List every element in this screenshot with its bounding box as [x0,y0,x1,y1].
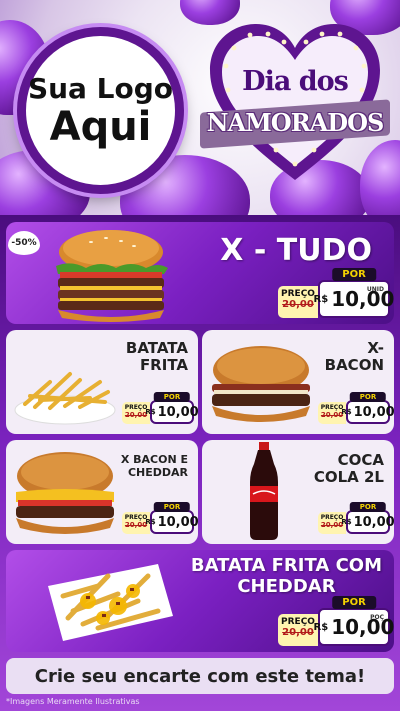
price-tag: PREÇO 20,00 POR R$ 10,00 [122,392,198,424]
campaign-title-line1: Dia dos [242,66,349,97]
new-price: 10,00 [331,287,394,311]
new-price-box: POR R$ 10,00 [341,502,394,534]
new-price: 10,00 [331,615,394,639]
cta-banner[interactable]: Crie seu encarte com este tema! [6,658,394,694]
soda-bottle-image [250,442,278,540]
hero-banner: Sua Logo Aqui Dia dos NAMORADOS [0,0,400,215]
disclaimer-text: *Imagens Meramente Ilustrativas [6,697,140,706]
old-price: 20,00 [282,627,314,638]
unit-label: POÇ [370,614,384,621]
fries-image [14,372,116,425]
menu-item-name: X BACON E CHEDDAR [120,453,188,479]
new-price: 10,00 [353,514,394,530]
bottom-item-card[interactable]: BATATA FRITA COM CHEDDAR PREÇO 20,00 POR… [6,550,394,652]
featured-item-card[interactable]: X - TUDO PREÇO 20,00 POR R$ 10,00 UNID [6,222,394,324]
menu-item-card[interactable]: X- BACON PREÇO 20,00 POR R$ 10,00 [202,330,394,434]
cheese-fries-image [48,564,173,641]
featured-price-tag: PREÇO 20,00 POR R$ 10,00 UNID [278,268,394,318]
name-line1: COCA [337,451,384,469]
unit-label: UNID [366,286,384,293]
currency-label: R$ [145,518,156,526]
discount-badge: -50% [8,231,40,255]
por-label: POR [153,392,191,402]
por-label: POR [153,502,191,512]
currency-label: R$ [313,293,329,305]
burger-image [16,452,114,534]
name-line1: X- [367,339,384,357]
currency-label: R$ [341,408,352,416]
campaign-title-line2: NAMORADOS [206,108,385,137]
old-price-box: PREÇO 20,00 [278,286,318,318]
new-price-box: POR R$ 10,00 UNID [314,268,394,318]
menu-item-name: COCA COLA 2L [313,451,384,487]
new-price-box: POR R$ 10,00 POÇ [314,596,394,646]
burger-image [212,346,310,422]
name-line2: FRITA [139,356,188,375]
bottom-price-tag: PREÇO 20,00 POR R$ 10,00 POÇ [278,596,394,646]
new-price-box: POR R$ 10,00 [341,392,394,424]
logo-placeholder: Sua Logo Aqui [17,27,184,194]
price-tag: PREÇO 20,00 POR R$ 10,00 [122,502,198,534]
menu-item-card[interactable]: X BACON E CHEDDAR PREÇO 20,00 POR R$ 10,… [6,440,198,544]
name-line2: COLA 2L [313,468,384,487]
logo-line1: Sua Logo [27,71,174,105]
preco-label: PREÇO [281,289,315,299]
currency-label: R$ [145,408,156,416]
price-tag: PREÇO 20,00 POR R$ 10,00 [318,392,394,424]
name-line2: BACON [324,356,384,375]
name-line2: CHEDDAR [237,575,336,597]
name-line1: BATATA FRITA COM [190,555,382,576]
por-label: POR [349,502,387,512]
name-line1: BATATA [125,339,188,357]
por-label: POR [332,596,376,609]
preco-label: PREÇO [281,617,315,627]
menu-item-name: X- BACON [324,339,384,375]
old-price: 20,00 [282,299,314,310]
burger-image [56,230,168,322]
por-label: POR [349,392,387,402]
new-price-box: POR R$ 10,00 [145,392,198,424]
name-line2: CHEDDAR [127,465,188,479]
new-price: 10,00 [353,404,394,420]
price-tag: PREÇO 20,00 POR R$ 10,00 [318,502,394,534]
new-price-box: POR R$ 10,00 [145,502,198,534]
currency-label: R$ [313,621,329,633]
new-price: 10,00 [157,404,198,420]
bottom-item-name: BATATA FRITA COM CHEDDAR [190,555,382,597]
name-line1: X BACON E [120,453,188,466]
menu-item-name: BATATA FRITA [125,339,188,375]
currency-label: R$ [341,518,352,526]
old-price-box: PREÇO 20,00 [278,614,318,646]
new-price: 10,00 [157,514,198,530]
campaign-heart: Dia dos NAMORADOS [200,20,390,185]
menu-item-card[interactable]: BATATA FRITA PREÇO 20,00 POR R$ 10,00 [6,330,198,434]
menu-item-card[interactable]: COCA COLA 2L PREÇO 20,00 POR R$ 10,00 [202,440,394,544]
por-label: POR [332,268,376,281]
logo-line2: Aqui [49,103,152,150]
featured-item-name: X - TUDO [220,233,372,268]
